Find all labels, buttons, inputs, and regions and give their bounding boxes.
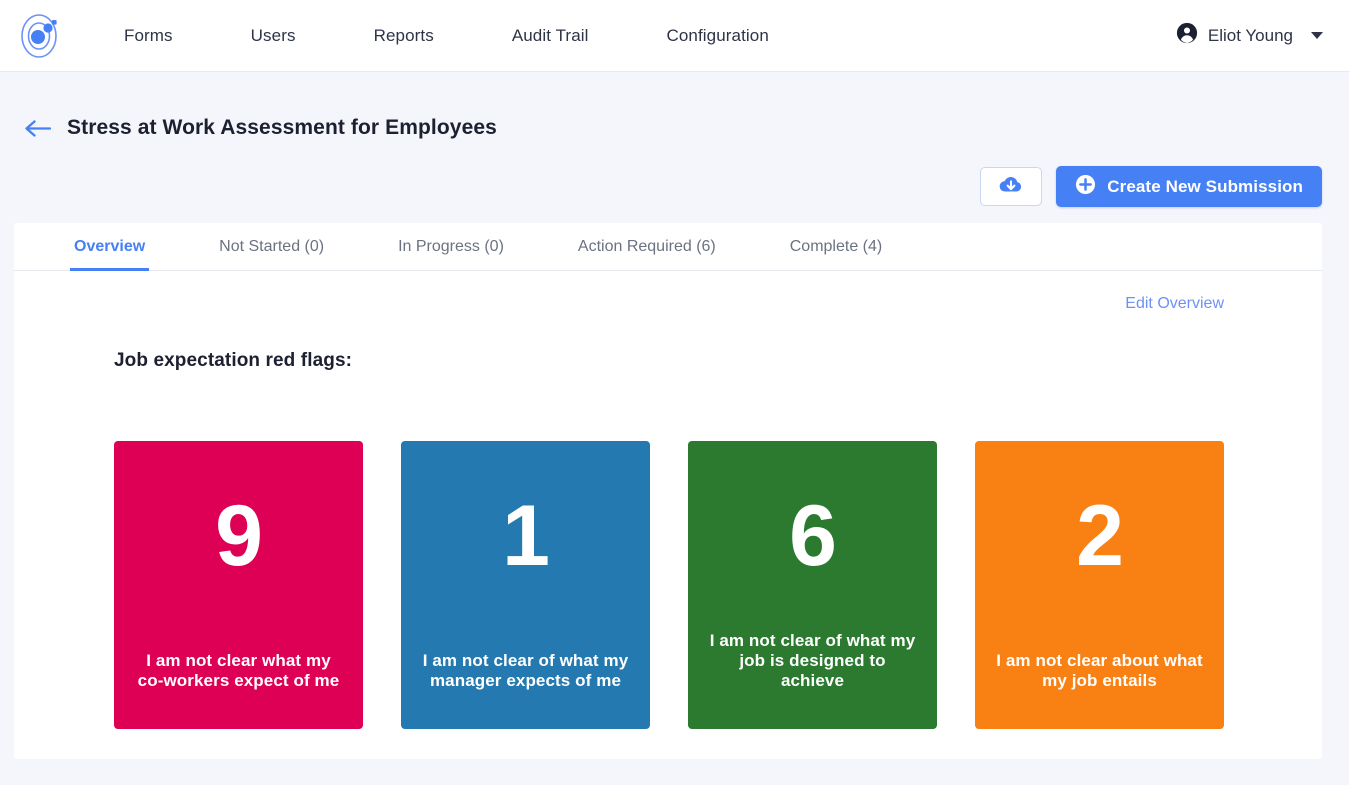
section-title: Job expectation red flags: <box>114 350 353 371</box>
stat-card-value: 2 <box>1076 488 1124 584</box>
plus-circle-icon <box>1075 174 1096 200</box>
tab-bar: Overview Not Started (0) In Progress (0)… <box>14 223 1322 271</box>
stat-card[interactable]: 6 I am not clear of what my job is desig… <box>688 441 937 729</box>
tab-complete[interactable]: Complete (4) <box>786 238 886 271</box>
nav-item-audit-trail[interactable]: Audit Trail <box>498 16 603 56</box>
create-new-submission-label: Create New Submission <box>1107 176 1303 196</box>
main-nav-links: Forms Users Reports Audit Trail Configur… <box>110 16 783 56</box>
page-title: Stress at Work Assessment for Employees <box>67 116 497 139</box>
stat-card-value: 1 <box>502 488 550 584</box>
stat-card-label: I am not clear what my co-workers expect… <box>137 650 340 690</box>
tab-action-required[interactable]: Action Required (6) <box>574 238 720 271</box>
atom-logo-icon[interactable] <box>14 10 66 62</box>
stat-card-label: I am not clear of what my manager expect… <box>422 650 629 690</box>
nav-item-reports[interactable]: Reports <box>360 16 448 56</box>
page-actions: Create New Submission <box>14 140 1322 223</box>
stat-card-label: I am not clear of what my job is designe… <box>709 630 916 690</box>
nav-item-configuration[interactable]: Configuration <box>653 16 783 56</box>
edit-overview-row: Edit Overview <box>14 271 1322 313</box>
download-button[interactable] <box>980 167 1043 206</box>
page-body: Stress at Work Assessment for Employees … <box>0 72 1349 785</box>
stat-card[interactable]: 1 I am not clear of what my manager expe… <box>401 441 650 729</box>
arrow-left-icon[interactable] <box>24 119 51 138</box>
tab-overview[interactable]: Overview <box>70 238 150 271</box>
account-menu[interactable]: Eliot Young <box>1176 22 1327 49</box>
account-name: Eliot Young <box>1207 25 1293 45</box>
stat-card-value: 6 <box>789 488 837 584</box>
top-navigation-bar: Forms Users Reports Audit Trail Configur… <box>0 0 1349 72</box>
tab-not-started[interactable]: Not Started (0) <box>215 238 328 271</box>
stat-card-label: I am not clear about what my job entails <box>996 650 1203 690</box>
nav-item-users[interactable]: Users <box>237 16 310 56</box>
nav-item-forms[interactable]: Forms <box>110 16 187 56</box>
chevron-down-icon[interactable] <box>1311 32 1323 39</box>
account-circle-icon <box>1176 22 1198 49</box>
edit-overview-link[interactable]: Edit Overview <box>1125 295 1224 313</box>
page-header: Stress at Work Assessment for Employees <box>14 72 1322 140</box>
create-new-submission-button[interactable]: Create New Submission <box>1056 166 1322 207</box>
content-card: Overview Not Started (0) In Progress (0)… <box>14 223 1322 759</box>
tab-in-progress[interactable]: In Progress (0) <box>394 238 508 271</box>
stat-card[interactable]: 9 I am not clear what my co-workers expe… <box>114 441 363 729</box>
stat-card[interactable]: 2 I am not clear about what my job entai… <box>975 441 1224 729</box>
stat-card-value: 9 <box>215 488 263 584</box>
stat-card-grid: 9 I am not clear what my co-workers expe… <box>14 372 1322 729</box>
cloud-download-icon <box>998 174 1024 200</box>
